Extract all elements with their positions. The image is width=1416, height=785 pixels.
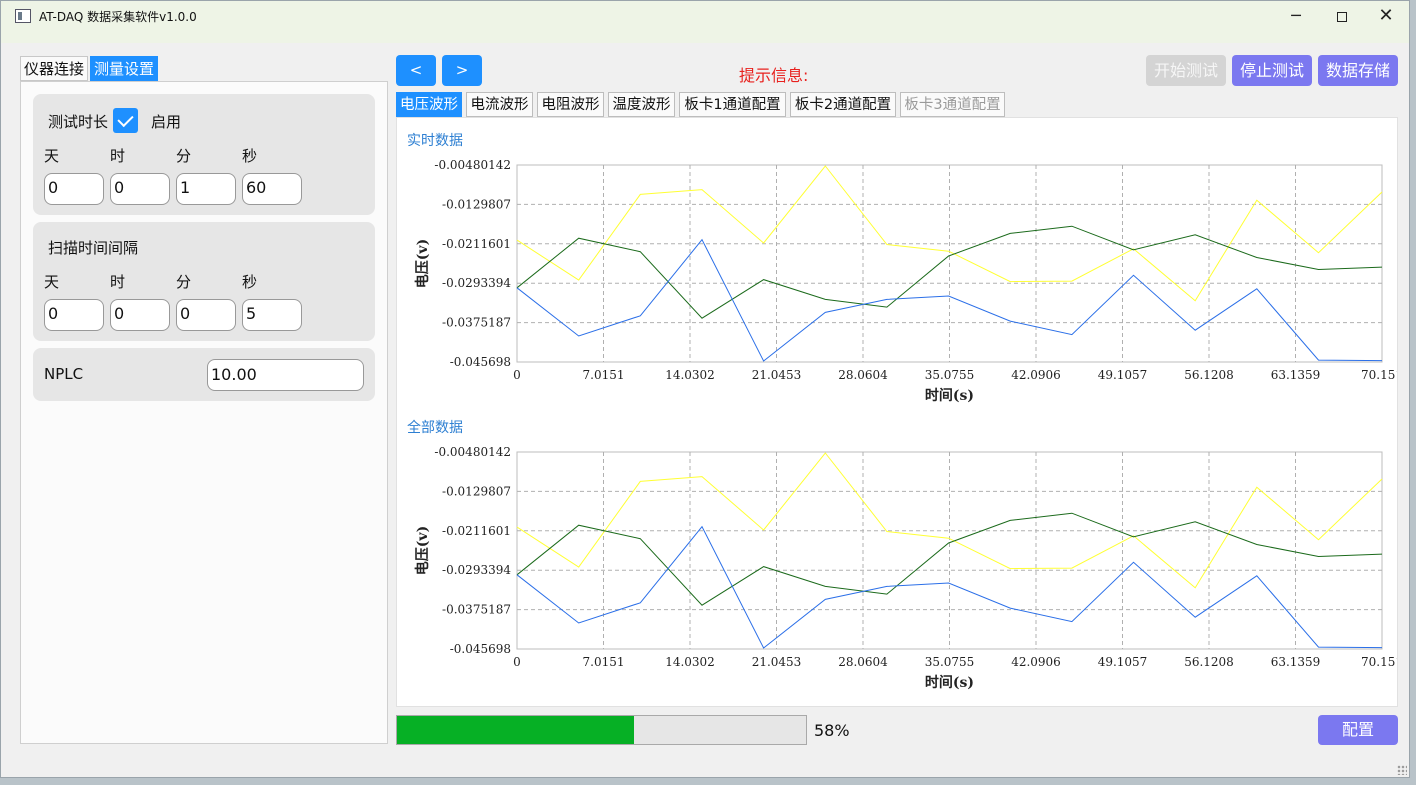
unit-minute-label: 分 (176, 147, 192, 165)
tab-current-waveform[interactable]: 电流波形 (466, 92, 533, 117)
tab-card2-channel-config[interactable]: 板卡2通道配置 (790, 92, 896, 117)
maximize-icon (1337, 12, 1347, 22)
x-tick-label: 63.1359 (1271, 655, 1321, 669)
duration-second-input[interactable]: 60 (242, 173, 302, 205)
x-tick-label: 42.0906 (1011, 368, 1061, 382)
tab-temperature-waveform[interactable]: 温度波形 (608, 92, 675, 117)
enable-label: 启用 (151, 113, 182, 131)
unit-day-label: 天 (44, 273, 60, 291)
duration-minute-input[interactable]: 1 (176, 173, 236, 205)
x-tick-label: 14.0302 (665, 655, 715, 669)
x-tick-label: 0 (513, 655, 521, 669)
next-button[interactable]: > (442, 55, 482, 86)
nplc-label: NPLC (44, 365, 84, 383)
unit-hour-label: 时 (110, 273, 126, 291)
y-tick-label: -0.045698 (450, 355, 511, 369)
x-axis-label: 时间(s) (925, 674, 974, 691)
duration-day-input[interactable]: 0 (44, 173, 104, 205)
x-axis-label: 时间(s) (925, 387, 974, 404)
x-tick-label: 56.1208 (1184, 368, 1234, 382)
interval-hour-input[interactable]: 0 (110, 299, 170, 331)
unit-day-label: 天 (44, 147, 60, 165)
minimize-button[interactable]: ─ (1273, 1, 1319, 33)
y-axis-label: 电压(v) (414, 526, 431, 575)
test-duration-label: 测试时长 (48, 113, 109, 131)
progress-percent: 58% (814, 721, 850, 740)
save-data-button[interactable]: 数据存储 (1318, 55, 1398, 86)
unit-hour-label: 时 (110, 147, 126, 165)
window-title: AT-DAQ 数据采集软件v1.0.0 (39, 10, 197, 24)
x-tick-label: 28.0604 (838, 368, 888, 382)
y-tick-label: -0.045698 (450, 642, 511, 656)
title-bar: AT-DAQ 数据采集软件v1.0.0 ─ ✕ (1, 1, 1409, 43)
x-tick-label: 21.0453 (752, 368, 802, 382)
x-tick-label: 70.151 (1361, 655, 1397, 669)
tab-card1-channel-config[interactable]: 板卡1通道配置 (679, 92, 786, 117)
prev-button[interactable]: < (396, 55, 436, 86)
measurement-settings-panel: 测试时长 启用 天 时 分 秒 0 0 1 60 扫描时间间隔 天 时 分 秒 … (20, 81, 388, 744)
test-duration-group: 测试时长 启用 天 时 分 秒 0 0 1 60 (33, 94, 375, 215)
unit-minute-label: 分 (176, 273, 192, 291)
config-button[interactable]: 配置 (1318, 715, 1398, 745)
y-tick-label: -0.0293394 (442, 276, 511, 290)
y-tick-label: -0.0375187 (442, 603, 511, 617)
nplc-group: NPLC 10.00 (33, 348, 375, 401)
tab-measurement-settings[interactable]: 测量设置 (90, 56, 159, 81)
all-data-chart: 0 7.0151 14.0302 21.0453 28.0604 35.0755 42.09… (414, 445, 1397, 691)
x-tick-label: 49.1057 (1098, 368, 1148, 382)
tab-card3-channel-config[interactable]: 板卡3通道配置 (900, 92, 1005, 117)
realtime-chart: 0 7.0151 14.0302 21.0453 28.0604 35.0755 42.09… (414, 158, 1397, 404)
interval-minute-input[interactable]: 0 (176, 299, 236, 331)
app-window: AT-DAQ 数据采集软件v1.0.0 ─ ✕ 仪器连接 测量设置 测试时长 启… (0, 0, 1410, 778)
interval-second-input[interactable]: 5 (242, 299, 302, 331)
x-tick-label: 21.0453 (752, 655, 802, 669)
y-tick-label: -0.0129807 (442, 484, 511, 498)
tab-instrument-connection[interactable]: 仪器连接 (20, 56, 89, 81)
realtime-chart-title: 实时数据 (407, 133, 463, 149)
y-axis-label: 电压(v) (414, 239, 431, 288)
y-tick-label: -0.0129807 (442, 197, 511, 211)
y-tick-label: -0.00480142 (434, 445, 511, 459)
x-tick-label: 56.1208 (1184, 655, 1234, 669)
resize-grip[interactable] (1397, 765, 1407, 775)
unit-second-label: 秒 (242, 273, 258, 291)
interval-day-input[interactable]: 0 (44, 299, 104, 331)
nplc-input[interactable]: 10.00 (207, 359, 364, 391)
y-tick-label: -0.0211601 (442, 524, 511, 538)
progress-bar (396, 715, 807, 745)
x-tick-label: 14.0302 (665, 368, 715, 382)
x-tick-label: 35.0755 (925, 655, 975, 669)
x-tick-label: 35.0755 (925, 368, 975, 382)
x-tick-label: 0 (513, 368, 521, 382)
start-test-button[interactable]: 开始测试 (1146, 55, 1226, 86)
maximize-button[interactable] (1319, 1, 1365, 33)
duration-hour-input[interactable]: 0 (110, 173, 170, 205)
x-tick-label: 49.1057 (1098, 655, 1148, 669)
y-tick-label: -0.0375187 (442, 316, 511, 330)
app-icon (15, 9, 31, 23)
x-tick-label: 7.0151 (583, 655, 625, 669)
progress-fill (397, 716, 635, 744)
scan-interval-group: 扫描时间间隔 天 时 分 秒 0 0 0 5 (33, 222, 375, 341)
stop-test-button[interactable]: 停止测试 (1232, 55, 1312, 86)
tab-voltage-waveform[interactable]: 电压波形 (396, 92, 462, 117)
enable-duration-checkbox[interactable] (113, 108, 138, 133)
x-tick-label: 63.1359 (1271, 368, 1321, 382)
x-tick-label: 42.0906 (1011, 655, 1061, 669)
tab-resistance-waveform[interactable]: 电阻波形 (537, 92, 604, 117)
chart-area: 实时数据 0 7.0151 14.0302 21.0453 28.0604 35.0755… (396, 117, 1398, 707)
scan-interval-label: 扫描时间间隔 (48, 239, 139, 257)
y-tick-label: -0.0293394 (442, 563, 511, 577)
y-tick-label: -0.0211601 (442, 237, 511, 251)
unit-second-label: 秒 (242, 147, 258, 165)
all-data-chart-title: 全部数据 (407, 420, 463, 436)
close-button[interactable]: ✕ (1363, 1, 1409, 33)
x-tick-label: 28.0604 (838, 655, 888, 669)
y-tick-label: -0.00480142 (434, 158, 511, 172)
x-tick-label: 7.0151 (583, 368, 625, 382)
x-tick-label: 70.151 (1361, 368, 1397, 382)
hint-message: 提示信息: (739, 66, 809, 85)
